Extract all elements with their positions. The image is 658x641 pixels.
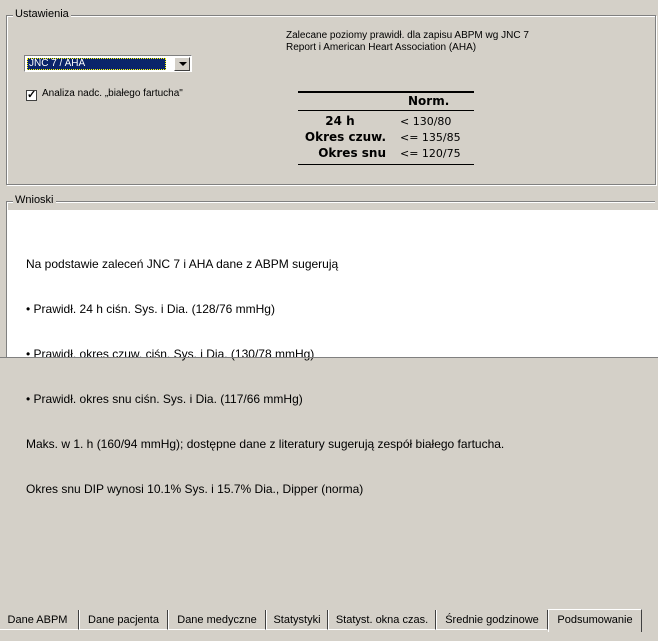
conclusion-line: • Prawidł. okres snu ciśn. Sys. i Dia. (… (26, 392, 303, 406)
white-coat-checkbox[interactable] (26, 88, 37, 101)
table-header-rule (298, 110, 474, 111)
table-row-value: < 130/80 (400, 115, 452, 128)
tab-dane-medyczne[interactable]: Dane medyczne (168, 610, 266, 630)
conclusion-line: Na podstawie zaleceń JNC 7 i AHA dane z … (26, 257, 339, 271)
tab-statystyki[interactable]: Statystyki (266, 610, 328, 630)
table-row-label: 24 h (325, 114, 355, 128)
conclusions-group-title: Wnioski (13, 194, 56, 206)
table-bottom-rule (298, 164, 474, 165)
panel-divider (0, 357, 658, 358)
tab-bar: Dane ABPM Dane pacjenta Dane medyczne St… (0, 609, 658, 632)
conclusion-line: • Prawidł. okres czuw. ciśn. Sys. i Dia.… (26, 347, 315, 361)
table-row-label: Okres czuw. (304, 130, 386, 144)
conclusions-text: Na podstawie zaleceń JNC 7 i AHA dane z … (26, 227, 504, 512)
recommendation-text: Zalecane poziomy prawidł. dla zapisu ABP… (286, 30, 586, 54)
recommendation-line-1: Zalecane poziomy prawidł. dla zapisu ABP… (286, 30, 529, 41)
guideline-combo[interactable]: JNC 7 / AHA (24, 55, 192, 72)
bottom-strip (0, 632, 658, 641)
tab-dane-abpm[interactable]: Dane ABPM (0, 610, 79, 630)
tab-podsumowanie[interactable]: Podsumowanie (548, 609, 642, 632)
table-row-label: Okres snu (318, 146, 386, 160)
conclusion-line: Okres snu DIP wynosi 10.1% Sys. i 15.7% … (26, 482, 364, 496)
tab-srednie-godzinowe[interactable]: Średnie godzinowe (436, 610, 548, 630)
white-coat-checkbox-label[interactable]: Analiza nadc. „białego fartucha" (42, 88, 183, 99)
table-row-value: <= 135/85 (400, 131, 461, 144)
table-top-rule (298, 91, 474, 93)
guideline-combo-value: JNC 7 / AHA (27, 58, 166, 70)
recommendation-line-2: Report i American Heart Association (AHA… (286, 42, 477, 53)
tab-statyst-okna-czas[interactable]: Statyst. okna czas. (328, 610, 436, 630)
tab-dane-pacjenta[interactable]: Dane pacjenta (79, 610, 168, 630)
settings-group-title: Ustawienia (13, 8, 71, 20)
conclusion-line: • Prawidł. 24 h ciśn. Sys. i Dia. (128/7… (26, 302, 275, 316)
chevron-down-icon[interactable] (174, 57, 190, 71)
conclusion-line: Maks. w 1. h (160/94 mmHg); dostępne dan… (26, 437, 505, 451)
table-row-value: <= 120/75 (400, 147, 461, 160)
table-header-norm: Norm. (408, 94, 450, 108)
